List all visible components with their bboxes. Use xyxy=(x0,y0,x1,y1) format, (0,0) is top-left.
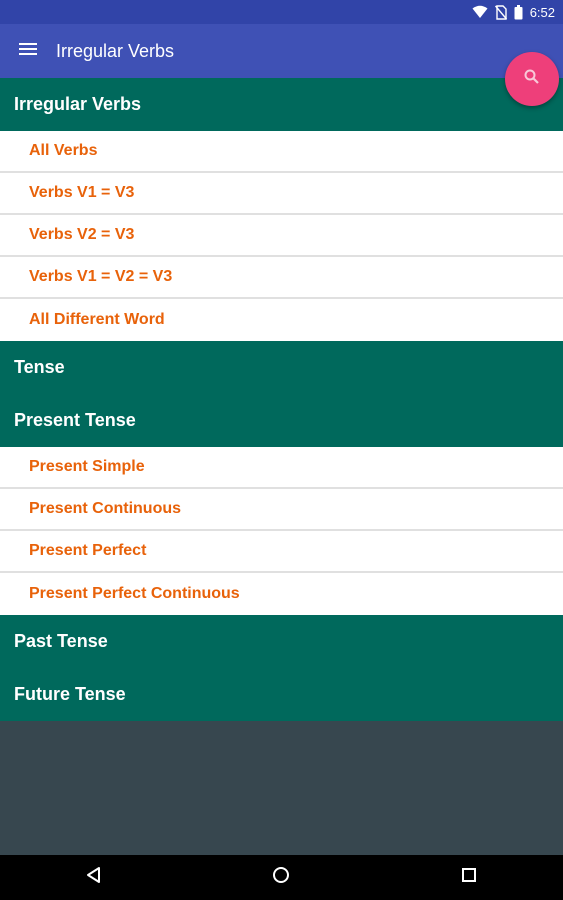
recents-button[interactable] xyxy=(439,855,499,900)
list-item-present-perfect[interactable]: Present Perfect xyxy=(0,531,563,573)
search-fab-button[interactable] xyxy=(505,52,559,106)
list-item-present-continuous[interactable]: Present Continuous xyxy=(0,489,563,531)
list-item-all-verbs[interactable]: All Verbs xyxy=(0,131,563,173)
search-icon xyxy=(523,68,541,91)
status-bar: 6:52 xyxy=(0,0,563,24)
list-item-present-perfect-continuous[interactable]: Present Perfect Continuous xyxy=(0,573,563,615)
app-bar: Irregular Verbs xyxy=(0,24,563,78)
app-title: Irregular Verbs xyxy=(56,40,175,61)
list-item-verbs-v1-v3[interactable]: Verbs V1 = V3 xyxy=(0,173,563,215)
section-header-past-tense[interactable]: Past Tense xyxy=(0,615,563,668)
clock-time: 6:52 xyxy=(529,4,555,20)
list-item-all-different-word[interactable]: All Different Word xyxy=(0,299,563,341)
home-icon xyxy=(272,866,290,889)
section-header-future-tense[interactable]: Future Tense xyxy=(0,668,563,721)
wifi-icon xyxy=(472,5,488,19)
no-sim-icon xyxy=(494,4,507,20)
status-icons: 6:52 xyxy=(472,4,555,20)
irregular-verbs-items: All Verbs Verbs V1 = V3 Verbs V2 = V3 Ve… xyxy=(0,131,563,341)
list-item-verbs-v2-v3[interactable]: Verbs V2 = V3 xyxy=(0,215,563,257)
recents-icon xyxy=(461,867,477,888)
list-item-verbs-v1-v2-v3[interactable]: Verbs V1 = V2 = V3 xyxy=(0,257,563,299)
section-header-tense[interactable]: Tense xyxy=(0,341,563,394)
battery-icon xyxy=(514,4,523,20)
section-header-present-tense[interactable]: Present Tense xyxy=(0,394,563,447)
present-tense-items: Present Simple Present Continuous Presen… xyxy=(0,447,563,615)
hamburger-menu-icon xyxy=(18,41,38,62)
navigation-bar xyxy=(0,855,563,900)
main-list: Irregular Verbs All Verbs Verbs V1 = V3 … xyxy=(0,78,563,721)
back-button[interactable] xyxy=(64,855,124,900)
section-header-irregular-verbs[interactable]: Irregular Verbs xyxy=(0,78,563,131)
back-icon xyxy=(85,866,103,889)
list-item-present-simple[interactable]: Present Simple xyxy=(0,447,563,489)
home-button[interactable] xyxy=(251,855,311,900)
menu-button[interactable] xyxy=(0,24,56,78)
